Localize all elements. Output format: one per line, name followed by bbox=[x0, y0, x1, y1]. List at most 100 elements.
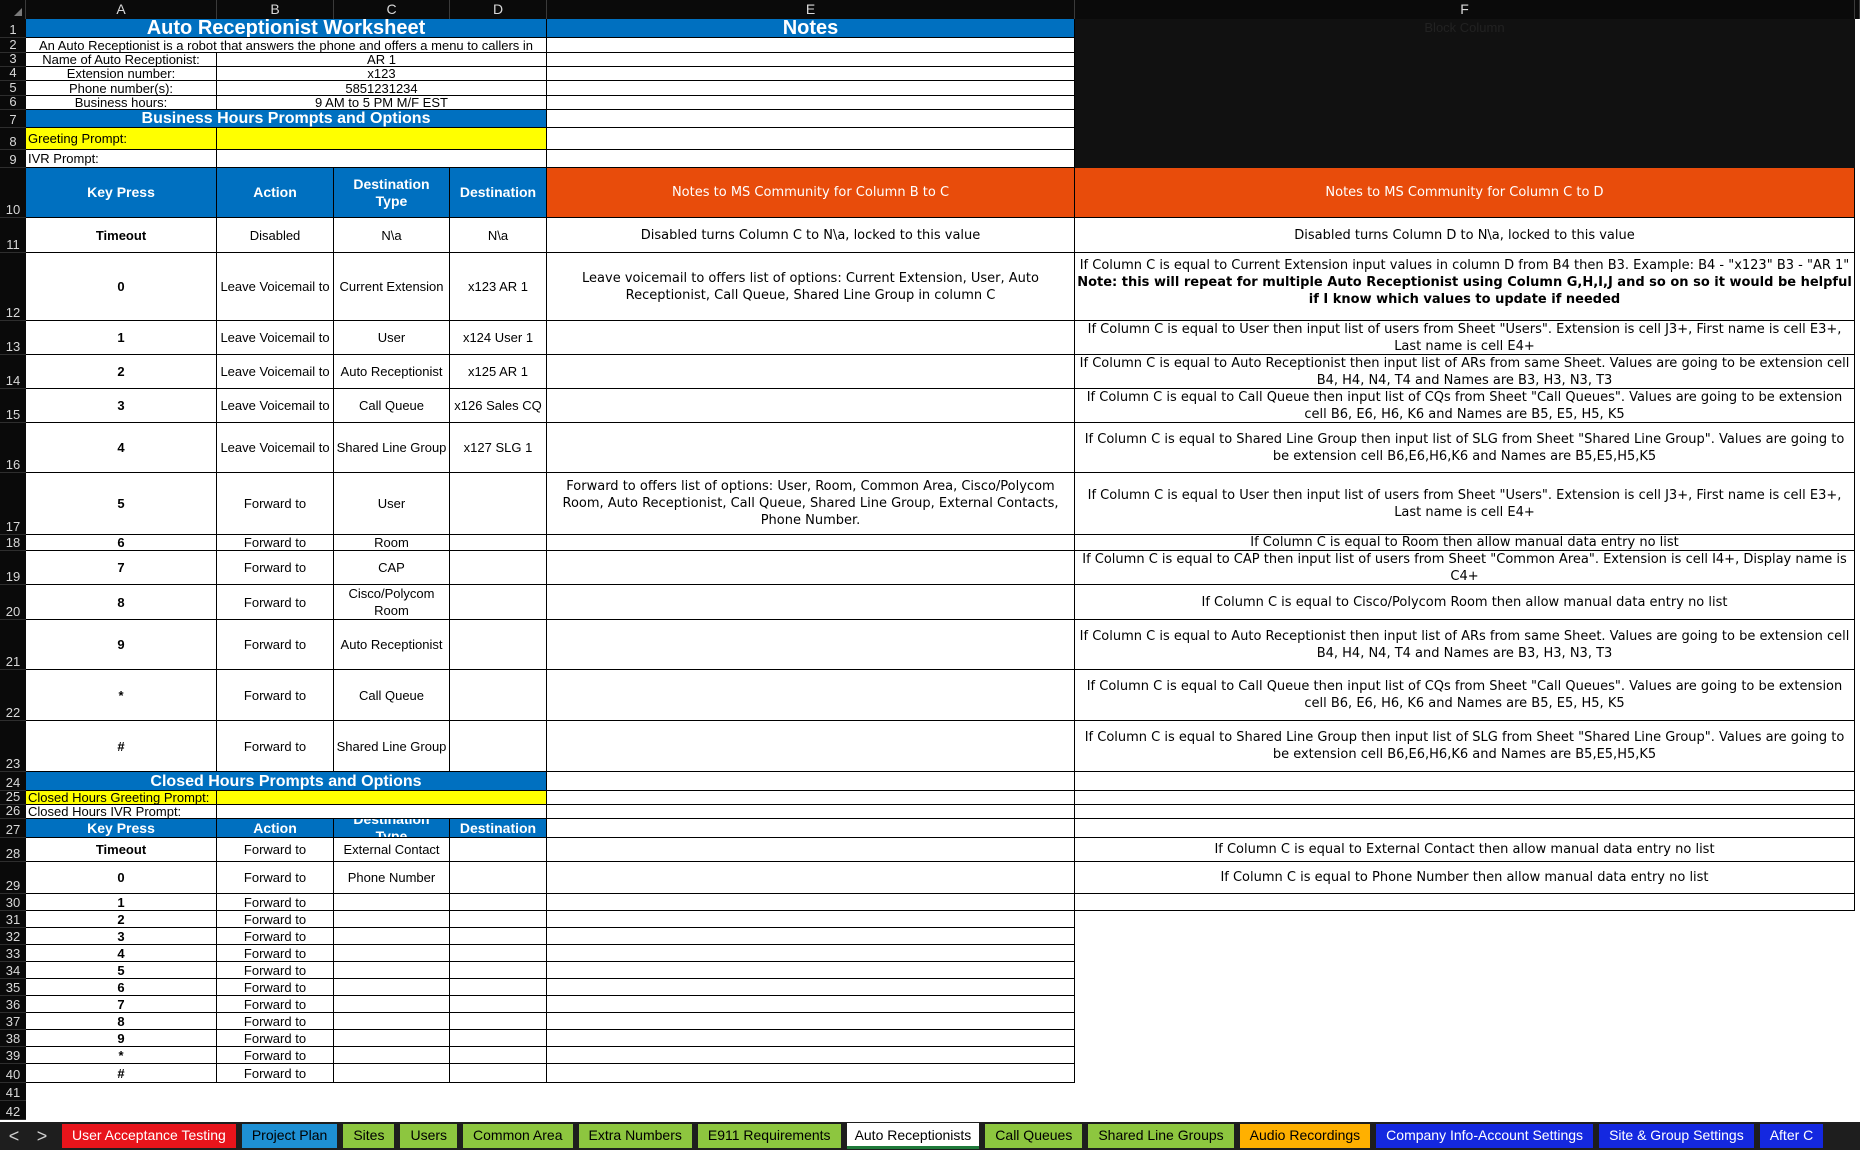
info-value[interactable]: 5851231234 bbox=[217, 81, 547, 96]
notes-cell[interactable]: If Column C is equal to Phone Number the… bbox=[1075, 862, 1855, 894]
notes-cell[interactable]: If Column C is equal to Room then allow … bbox=[1075, 535, 1855, 551]
notes-cell[interactable] bbox=[547, 423, 1075, 473]
key-press-cell[interactable]: 4 bbox=[26, 423, 217, 473]
destination-type-cell[interactable]: Room bbox=[334, 535, 450, 551]
notes-cell[interactable] bbox=[547, 862, 1075, 894]
destination-type-cell[interactable]: Current Extension bbox=[334, 253, 450, 321]
key-press-cell[interactable]: 2 bbox=[26, 355, 217, 389]
destination-type-cell[interactable]: Call Queue bbox=[334, 389, 450, 423]
action-cell[interactable]: Forward to bbox=[217, 979, 334, 996]
notes-cell[interactable] bbox=[547, 721, 1075, 772]
action-cell[interactable]: Forward to bbox=[217, 862, 334, 894]
destination-cell[interactable]: x125 AR 1 bbox=[450, 355, 547, 389]
destination-type-cell[interactable] bbox=[334, 1013, 450, 1030]
destination-type-cell[interactable] bbox=[334, 1047, 450, 1064]
notes-cell[interactable] bbox=[547, 670, 1075, 721]
greeting-prompt-label[interactable]: Greeting Prompt: bbox=[26, 128, 217, 150]
notes-cell[interactable]: If Column C is equal to Cisco/Polycom Ro… bbox=[1075, 585, 1855, 620]
notes-cell[interactable] bbox=[547, 551, 1075, 585]
sheet-tab[interactable]: Company Info-Account Settings bbox=[1376, 1124, 1594, 1148]
key-press-cell[interactable]: 1 bbox=[26, 894, 217, 911]
notes-cell[interactable] bbox=[547, 838, 1075, 862]
action-cell[interactable]: Forward to bbox=[217, 996, 334, 1013]
notes-cell[interactable] bbox=[547, 128, 1075, 150]
notes-cell[interactable] bbox=[547, 819, 1075, 838]
destination-type-cell[interactable]: Phone Number bbox=[334, 862, 450, 894]
closed-greeting-value[interactable] bbox=[217, 791, 547, 805]
destination-type-cell[interactable]: Call Queue bbox=[334, 670, 450, 721]
notes-cell[interactable] bbox=[547, 150, 1075, 168]
key-press-cell[interactable]: 6 bbox=[26, 979, 217, 996]
key-press-cell[interactable]: 6 bbox=[26, 535, 217, 551]
row-header-23[interactable]: 23 bbox=[0, 721, 26, 772]
destination-type-cell[interactable]: Cisco/Polycom Room bbox=[334, 585, 450, 620]
notes-cell[interactable] bbox=[547, 1047, 1075, 1064]
key-press-cell[interactable]: 1 bbox=[26, 321, 217, 355]
action-cell[interactable]: Forward to bbox=[217, 670, 334, 721]
destination-type-cell[interactable]: Shared Line Group bbox=[334, 721, 450, 772]
key-press-cell[interactable]: 7 bbox=[26, 551, 217, 585]
key-press-cell[interactable]: # bbox=[26, 721, 217, 772]
notes-cell[interactable]: If Column C is equal to Shared Line Grou… bbox=[1075, 423, 1855, 473]
header-notes-c-to-d[interactable]: Notes to MS Community for Column C to D bbox=[1075, 168, 1855, 218]
destination-type-cell[interactable]: N\a bbox=[334, 218, 450, 253]
destination-cell[interactable] bbox=[450, 551, 547, 585]
row-header-36[interactable]: 36 bbox=[0, 996, 26, 1013]
action-cell[interactable]: Forward to bbox=[217, 945, 334, 962]
destination-cell[interactable] bbox=[450, 620, 547, 670]
destination-cell[interactable]: x123 AR 1 bbox=[450, 253, 547, 321]
row-header-41[interactable]: 41 bbox=[0, 1083, 26, 1101]
notes-cell[interactable] bbox=[547, 355, 1075, 389]
sheet-tab[interactable]: Site & Group Settings bbox=[1599, 1124, 1754, 1148]
row-header-12[interactable]: 12 bbox=[0, 253, 26, 321]
row-header-20[interactable]: 20 bbox=[0, 585, 26, 620]
destination-cell[interactable]: x127 SLG 1 bbox=[450, 423, 547, 473]
sheet-tab[interactable]: Auto Receptionists bbox=[846, 1123, 980, 1149]
key-press-cell[interactable]: * bbox=[26, 1047, 217, 1064]
action-cell[interactable]: Leave Voicemail to bbox=[217, 253, 334, 321]
notes-cell[interactable]: If Column C is equal to Auto Receptionis… bbox=[1075, 355, 1855, 389]
action-cell[interactable]: Forward to bbox=[217, 911, 334, 928]
closed-header-action[interactable]: Action bbox=[217, 819, 334, 838]
info-value[interactable]: x123 bbox=[217, 67, 547, 81]
key-press-cell[interactable]: 0 bbox=[26, 862, 217, 894]
key-press-cell[interactable]: 8 bbox=[26, 1013, 217, 1030]
notes-cell[interactable] bbox=[1075, 791, 1855, 805]
notes-cell[interactable] bbox=[547, 928, 1075, 945]
row-header-39[interactable]: 39 bbox=[0, 1047, 26, 1064]
next-sheet-arrow-icon[interactable]: > bbox=[28, 1122, 56, 1150]
action-cell[interactable]: Forward to bbox=[217, 838, 334, 862]
key-press-cell[interactable]: 5 bbox=[26, 962, 217, 979]
row-header-28[interactable]: 28 bbox=[0, 838, 26, 862]
row-header-13[interactable]: 13 bbox=[0, 321, 26, 355]
row-header-35[interactable]: 35 bbox=[0, 979, 26, 996]
notes-cell[interactable] bbox=[547, 389, 1075, 423]
notes-cell[interactable] bbox=[547, 67, 1075, 81]
row-header-27[interactable]: 27 bbox=[0, 819, 26, 838]
closed-header-destination[interactable]: Destination bbox=[450, 819, 547, 838]
notes-cell[interactable] bbox=[547, 911, 1075, 928]
column-header-b[interactable]: B bbox=[217, 0, 334, 19]
notes-cell[interactable]: If Column C is equal to Call Queue then … bbox=[1075, 389, 1855, 423]
destination-cell[interactable] bbox=[450, 535, 547, 551]
key-press-cell[interactable]: 9 bbox=[26, 1030, 217, 1047]
notes-cell[interactable] bbox=[547, 945, 1075, 962]
notes-cell[interactable] bbox=[1075, 805, 1855, 819]
notes-cell[interactable] bbox=[547, 805, 1075, 819]
destination-type-cell[interactable]: User bbox=[334, 473, 450, 535]
sheet-tab[interactable]: Extra Numbers bbox=[578, 1124, 692, 1148]
key-press-cell[interactable]: # bbox=[26, 1064, 217, 1083]
notes-cell[interactable] bbox=[547, 962, 1075, 979]
notes-cell[interactable]: If Column C is equal to Call Queue then … bbox=[1075, 670, 1855, 721]
row-header-38[interactable]: 38 bbox=[0, 1030, 26, 1047]
destination-cell[interactable] bbox=[450, 1030, 547, 1047]
sheet-tab[interactable]: Users bbox=[400, 1124, 458, 1148]
row-header-10[interactable]: 10 bbox=[0, 168, 26, 218]
closed-section-title[interactable]: Closed Hours Prompts and Options bbox=[26, 772, 547, 791]
destination-type-cell[interactable] bbox=[334, 911, 450, 928]
sheet-tab[interactable]: E911 Requirements bbox=[697, 1124, 841, 1148]
key-press-cell[interactable]: 5 bbox=[26, 473, 217, 535]
key-press-cell[interactable]: 7 bbox=[26, 996, 217, 1013]
notes-cell[interactable] bbox=[547, 772, 1075, 791]
notes-cell[interactable] bbox=[547, 321, 1075, 355]
